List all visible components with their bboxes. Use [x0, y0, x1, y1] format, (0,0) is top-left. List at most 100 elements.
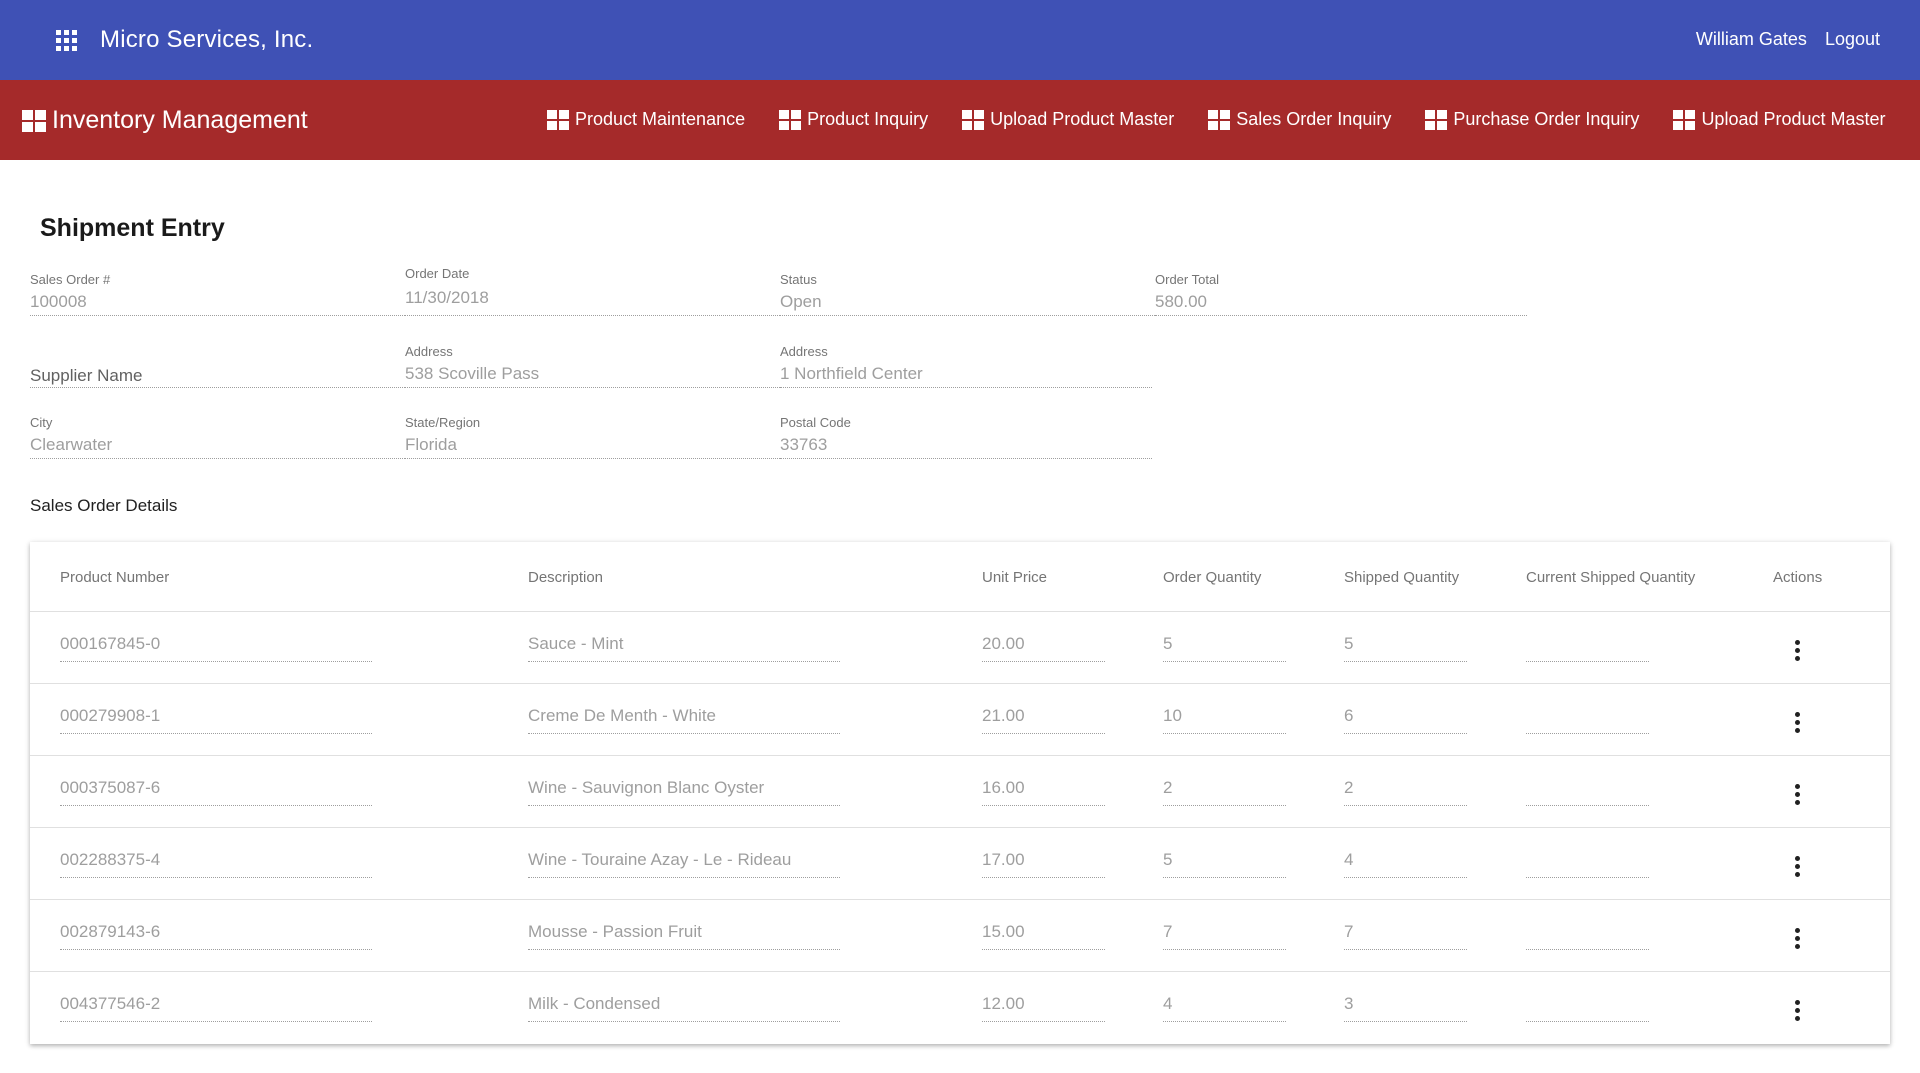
apps-grid-icon[interactable] [50, 28, 80, 52]
dashboard-tiles-icon [22, 109, 46, 132]
table-header: Product Number Description Unit Price Or… [30, 542, 1890, 612]
dashboard-tiles-icon [1425, 109, 1448, 130]
field-label: City [30, 415, 53, 430]
field-value: 100008 [30, 292, 87, 311]
postal-code-field[interactable]: Postal Code 33763 [780, 409, 1152, 459]
product-number-cell: 000279908-1 [60, 706, 372, 734]
page-title: Shipment Entry [40, 214, 225, 242]
nav-item-label: Upload Product Master [990, 109, 1175, 129]
nav-product-inquiry[interactable]: Product Inquiry [779, 109, 928, 130]
header-product-number: Product Number [60, 569, 170, 586]
module-title[interactable]: Inventory Management [22, 106, 308, 135]
description-cell: Sauce - Mint [528, 634, 840, 662]
nav-item-label: Purchase Order Inquiry [1453, 109, 1640, 129]
product-number-cell: 000167845-0 [60, 634, 372, 662]
table-row: 002288375-4 Wine - Touraine Azay - Le - … [30, 828, 1890, 900]
field-placeholder: Supplier Name [30, 366, 143, 385]
status-field[interactable]: Status Open [780, 266, 1155, 316]
sales-order-field[interactable]: Sales Order # 100008 [30, 266, 405, 316]
field-value: 580.00 [1155, 292, 1207, 311]
order-quantity-cell: 7 [1163, 922, 1286, 950]
header-description: Description [528, 569, 604, 586]
field-label: Status [780, 272, 817, 287]
more-vert-icon[interactable] [1785, 924, 1809, 952]
header-actions: Actions [1773, 569, 1823, 586]
current-shipped-quantity-input[interactable] [1526, 922, 1649, 950]
user-name: William Gates [1695, 29, 1807, 49]
current-shipped-quantity-input[interactable] [1526, 994, 1649, 1022]
unit-price-cell: 21.00 [982, 706, 1105, 734]
nav-upload-product-master-2[interactable]: Upload Product Master [1673, 109, 1886, 130]
table-row: 000375087-6 Wine - Sauvignon Blanc Oyste… [30, 756, 1890, 828]
user-area: William Gates Logout [1696, 29, 1880, 50]
shipped-quantity-cell: 6 [1344, 706, 1467, 734]
shipped-quantity-cell: 5 [1344, 634, 1467, 662]
more-vert-icon[interactable] [1785, 708, 1809, 736]
current-shipped-quantity-input[interactable] [1526, 634, 1649, 662]
table-row: 000167845-0 Sauce - Mint 20.00 5 5 [30, 612, 1890, 684]
supplier-name-field[interactable]: Supplier Name [30, 338, 405, 388]
header-current-shipped-quantity: Current Shipped Quantity [1526, 569, 1696, 586]
field-label: Postal Code [780, 415, 851, 430]
current-shipped-quantity-input[interactable] [1526, 706, 1649, 734]
dashboard-tiles-icon [1208, 109, 1231, 130]
logout-link[interactable]: Logout [1825, 29, 1880, 50]
table-row: 002879143-6 Mousse - Passion Fruit 15.00… [30, 900, 1890, 972]
table-row: 000279908-1 Creme De Menth - White 21.00… [30, 684, 1890, 756]
nav-item-label: Sales Order Inquiry [1236, 109, 1392, 129]
order-quantity-cell: 10 [1163, 706, 1286, 734]
nav-item-label: Upload Product Master [1701, 109, 1886, 129]
nav-item-label: Product Inquiry [807, 109, 929, 129]
field-value: 538 Scoville Pass [405, 364, 540, 383]
order-total-field[interactable]: Order Total 580.00 [1155, 266, 1527, 316]
description-cell: Milk - Condensed [528, 994, 840, 1022]
module-title-label: Inventory Management [52, 106, 308, 134]
product-number-cell: 000375087-6 [60, 778, 372, 806]
order-quantity-cell: 5 [1163, 634, 1286, 662]
description-cell: Mousse - Passion Fruit [528, 922, 840, 950]
dashboard-tiles-icon [1673, 109, 1696, 130]
description-cell: Wine - Sauvignon Blanc Oyster [528, 778, 840, 806]
field-value: Clearwater [30, 435, 113, 454]
field-value: 1 Northfield Center [780, 364, 923, 383]
field-label: Address [780, 344, 828, 359]
description-cell: Creme De Menth - White [528, 706, 840, 734]
field-label: Sales Order # [30, 272, 111, 287]
description-cell: Wine - Touraine Azay - Le - Rideau [528, 850, 840, 878]
nav-purchase-order-inquiry[interactable]: Purchase Order Inquiry [1425, 109, 1639, 130]
dashboard-tiles-icon [547, 109, 569, 130]
more-vert-icon[interactable] [1785, 780, 1809, 808]
dashboard-tiles-icon [779, 109, 802, 130]
more-vert-icon[interactable] [1785, 996, 1809, 1024]
field-label: State/Region [405, 415, 481, 430]
current-shipped-quantity-input[interactable] [1526, 778, 1649, 806]
header-shipped-quantity: Shipped Quantity [1344, 569, 1460, 586]
header-order-quantity: Order Quantity [1163, 569, 1262, 586]
shipped-quantity-cell: 4 [1344, 850, 1467, 878]
company-name: Micro Services, Inc. [100, 26, 314, 53]
nav-upload-product-master[interactable]: Upload Product Master [962, 109, 1174, 130]
module-nav-bar: Inventory Management Product Maintenance… [0, 80, 1920, 160]
unit-price-cell: 17.00 [982, 850, 1105, 878]
header-unit-price: Unit Price [982, 569, 1048, 586]
address-line2-field[interactable]: Address 1 Northfield Center [780, 338, 1152, 388]
shipped-quantity-cell: 7 [1344, 922, 1467, 950]
nav-sales-order-inquiry[interactable]: Sales Order Inquiry [1208, 109, 1391, 130]
current-shipped-quantity-input[interactable] [1526, 850, 1649, 878]
address-line1-field[interactable]: Address 538 Scoville Pass [405, 338, 780, 388]
field-value: 11/30/2018 [405, 288, 489, 307]
order-quantity-cell: 4 [1163, 994, 1286, 1022]
product-number-cell: 002288375-4 [60, 850, 372, 878]
more-vert-icon[interactable] [1785, 636, 1809, 664]
more-vert-icon[interactable] [1785, 852, 1809, 880]
city-field[interactable]: City Clearwater [30, 409, 405, 459]
state-region-field[interactable]: State/Region Florida [405, 409, 780, 459]
field-label: Order Total [1155, 272, 1220, 287]
sales-order-details-table: Product Number Description Unit Price Or… [30, 542, 1890, 1044]
nav-product-maintenance[interactable]: Product Maintenance [547, 109, 745, 130]
unit-price-cell: 15.00 [982, 922, 1105, 950]
order-date-field[interactable]: Order Date 11/30/2018 [405, 260, 780, 316]
order-quantity-cell: 5 [1163, 850, 1286, 878]
unit-price-cell: 16.00 [982, 778, 1105, 806]
sales-order-details-label: Sales Order Details [30, 496, 178, 515]
